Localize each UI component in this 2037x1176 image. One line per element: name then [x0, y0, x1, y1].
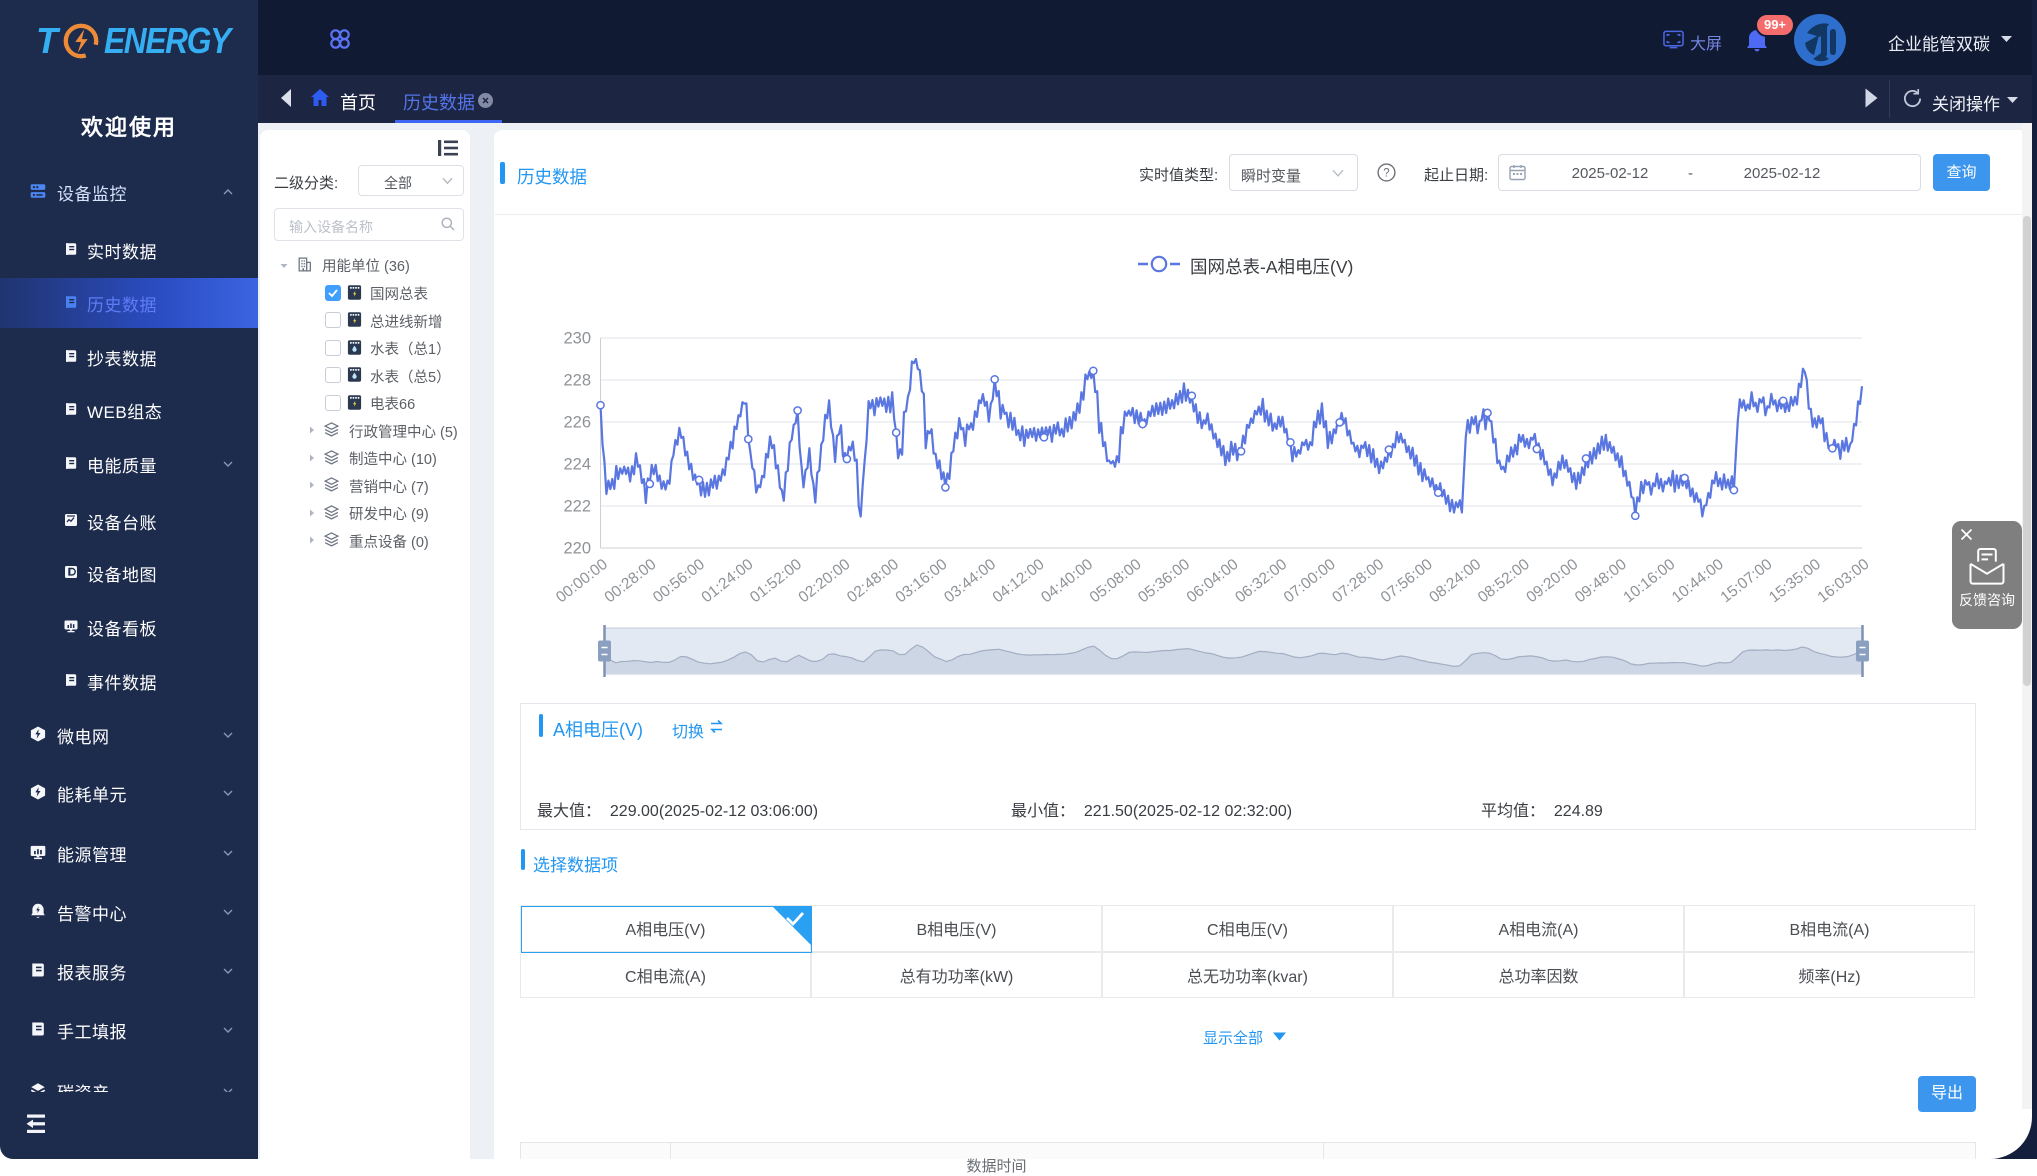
svg-text:04:12:00: 04:12:00 — [990, 556, 1048, 607]
svg-text:222: 222 — [563, 498, 591, 516]
svg-text:01:24:00: 01:24:00 — [699, 556, 757, 607]
svg-text:00:00:00: 00:00:00 — [553, 556, 611, 607]
svg-text:228: 228 — [563, 372, 591, 390]
svg-text:06:04:00: 06:04:00 — [1184, 556, 1242, 607]
svg-text:02:20:00: 02:20:00 — [796, 556, 854, 607]
svg-text:224: 224 — [563, 456, 591, 474]
svg-text:07:00:00: 07:00:00 — [1281, 556, 1339, 607]
svg-text:00:28:00: 00:28:00 — [601, 556, 659, 607]
svg-text:00:56:00: 00:56:00 — [650, 556, 708, 607]
svg-text:07:56:00: 07:56:00 — [1378, 556, 1436, 607]
svg-text:02:48:00: 02:48:00 — [844, 556, 902, 607]
svg-text:10:44:00: 10:44:00 — [1669, 556, 1727, 607]
svg-text:05:36:00: 05:36:00 — [1135, 556, 1193, 607]
svg-text:10:16:00: 10:16:00 — [1620, 556, 1678, 607]
svg-text:15:07:00: 15:07:00 — [1717, 556, 1775, 607]
svg-text:05:08:00: 05:08:00 — [1087, 556, 1145, 607]
svg-text:03:16:00: 03:16:00 — [893, 556, 951, 607]
svg-text:226: 226 — [563, 414, 591, 432]
svg-text:06:32:00: 06:32:00 — [1232, 556, 1290, 607]
svg-text:09:48:00: 09:48:00 — [1572, 556, 1630, 607]
svg-text:15:35:00: 15:35:00 — [1766, 556, 1824, 607]
svg-text:07:28:00: 07:28:00 — [1329, 556, 1387, 607]
svg-text:08:52:00: 08:52:00 — [1475, 556, 1533, 607]
svg-text:16:03:00: 16:03:00 — [1814, 556, 1872, 607]
svg-text:08:24:00: 08:24:00 — [1426, 556, 1484, 607]
svg-text:230: 230 — [563, 330, 591, 348]
svg-text:03:44:00: 03:44:00 — [941, 556, 999, 607]
svg-text:04:40:00: 04:40:00 — [1038, 556, 1096, 607]
svg-text:01:52:00: 01:52:00 — [747, 556, 805, 607]
svg-text:09:20:00: 09:20:00 — [1523, 556, 1581, 607]
svg-text:220: 220 — [563, 540, 591, 558]
